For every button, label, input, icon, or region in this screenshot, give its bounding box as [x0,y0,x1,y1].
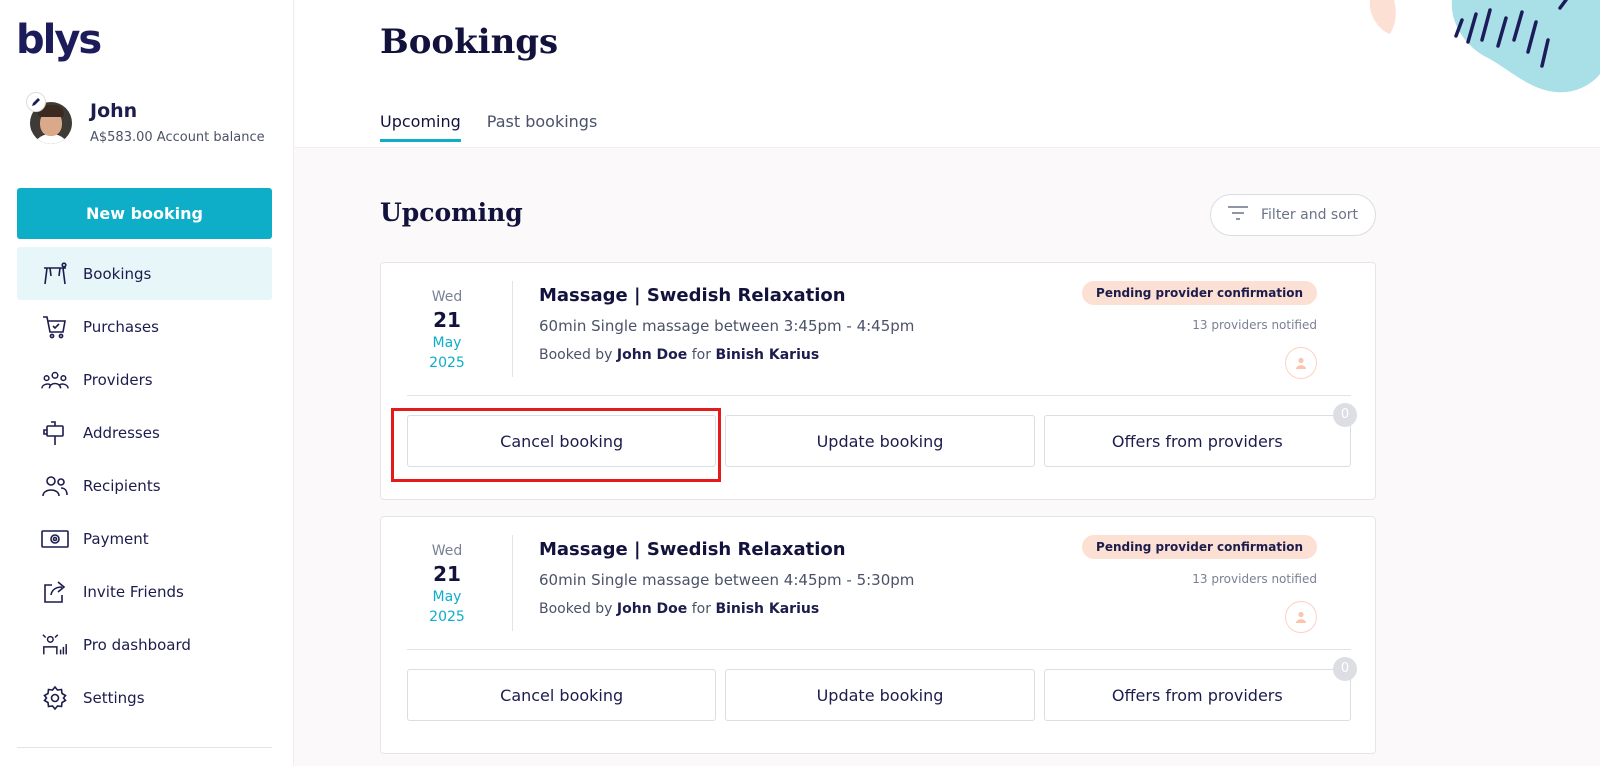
sidebar-item-label: Recipients [83,476,161,495]
booking-title[interactable]: Massage | Swedish Relaxation [539,539,846,560]
providers-icon [41,366,69,394]
gear-icon [41,684,69,712]
booking-description: 60min Single massage between 3:45pm - 4:… [539,317,915,335]
cart-icon [41,313,69,341]
divider [407,649,1351,650]
edit-icon[interactable] [26,92,46,112]
update-booking-button[interactable]: Update booking [725,415,1035,467]
booking-actions: Cancel booking Update booking Offers fro… [407,403,1357,467]
booker-name: John Doe [616,601,688,617]
decorative-blob [1369,0,1600,93]
for-word: for [691,347,711,363]
cancel-booking-button[interactable]: Cancel booking [407,415,717,467]
new-booking-button[interactable]: New booking [17,188,272,239]
account-balance: A$583.00 Account balance [90,130,265,145]
divider [17,747,272,748]
booking-title[interactable]: Massage | Swedish Relaxation [539,285,846,306]
divider [512,535,513,631]
sidebar-item-label: Addresses [83,423,160,442]
booking-date: Wed 21 May 2025 [381,287,513,373]
date-weekday: Wed [431,289,463,305]
sidebar-item-pro-dashboard[interactable]: Pro dashboard [17,618,272,671]
booking-actions: Cancel booking Update booking Offers fro… [407,657,1357,721]
sidebar-item-addresses[interactable]: Addresses [17,406,272,459]
tab-past-bookings[interactable]: Past bookings [487,112,598,142]
massage-table-icon [41,260,69,288]
cash-icon [41,525,69,553]
date-month: May [432,589,462,605]
sidebar-item-label: Purchases [83,317,159,336]
user-profile[interactable]: John A$583.00 Account balance [26,92,288,154]
filter-icon [1227,205,1249,225]
date-day: 21 [433,308,461,332]
date-month: May [432,335,462,351]
offers-wrapper: Offers from providers 0 [1043,403,1357,467]
offers-wrapper: Offers from providers 0 [1043,657,1357,721]
sidebar-item-label: Bookings [83,264,152,283]
divider [407,395,1351,396]
provider-avatar-icon [1285,601,1317,633]
sidebar-nav: Bookings Purchases Providers Addresses R… [17,247,272,724]
booking-card: Wed 21 May 2025 Massage | Swedish Relaxa… [380,516,1376,754]
sidebar: blys John A$583.00 Account balance New b… [0,0,294,766]
page-title: Bookings [380,22,559,62]
date-year: 2025 [429,355,465,371]
providers-notified: 13 providers notified [1192,572,1317,586]
date-year: 2025 [429,609,465,625]
page-header: Bookings Upcoming Past bookings [295,0,1600,148]
sidebar-item-label: Invite Friends [83,582,184,601]
date-weekday: Wed [431,543,463,559]
booking-date: Wed 21 May 2025 [381,541,513,627]
update-booking-button[interactable]: Update booking [725,669,1035,721]
offers-count-badge: 0 [1332,657,1357,681]
divider [512,281,513,377]
tab-bar: Upcoming Past bookings [380,112,597,142]
profile-name: John [90,100,138,122]
sidebar-item-label: Pro dashboard [83,635,191,654]
sidebar-item-bookings[interactable]: Bookings [17,247,272,300]
sidebar-item-providers[interactable]: Providers [17,353,272,406]
booking-card: Wed 21 May 2025 Massage | Swedish Relaxa… [380,262,1376,500]
sidebar-item-settings[interactable]: Settings [17,671,272,724]
booking-description: 60min Single massage between 4:45pm - 5:… [539,571,915,589]
offers-count-badge: 0 [1332,403,1357,427]
booked-by-prefix: Booked by [539,601,613,617]
status-badge: Pending provider confirmation [1082,281,1317,305]
cancel-booking-button[interactable]: Cancel booking [407,669,717,721]
dashboard-icon [41,631,69,659]
recipient-name: Binish Karius [715,601,820,617]
filter-sort-label: Filter and sort [1261,207,1359,223]
booked-by-prefix: Booked by [539,347,613,363]
for-word: for [691,601,711,617]
sidebar-item-label: Payment [83,529,149,548]
sidebar-item-invite-friends[interactable]: Invite Friends [17,565,272,618]
recipient-name: Binish Karius [715,347,820,363]
filter-sort-button[interactable]: Filter and sort [1210,194,1376,236]
mailbox-icon [41,419,69,447]
date-day: 21 [433,562,461,586]
sidebar-item-payment[interactable]: Payment [17,512,272,565]
booking-booked-by: Booked by John Doe for Binish Karius [539,347,819,363]
offers-from-providers-button[interactable]: Offers from providers [1043,669,1351,721]
section-title: Upcoming [380,198,523,227]
recipients-icon [41,472,69,500]
share-icon [41,578,69,606]
offers-from-providers-button[interactable]: Offers from providers [1043,415,1351,467]
booking-booked-by: Booked by John Doe for Binish Karius [539,601,819,617]
sidebar-item-label: Settings [83,688,145,707]
providers-notified: 13 providers notified [1192,318,1317,332]
booker-name: John Doe [616,347,688,363]
status-badge: Pending provider confirmation [1082,535,1317,559]
sidebar-item-recipients[interactable]: Recipients [17,459,272,512]
provider-avatar-icon [1285,347,1317,379]
tab-upcoming[interactable]: Upcoming [380,112,461,142]
logo[interactable]: blys [16,18,102,62]
sidebar-item-purchases[interactable]: Purchases [17,300,272,353]
sidebar-item-label: Providers [83,370,153,389]
